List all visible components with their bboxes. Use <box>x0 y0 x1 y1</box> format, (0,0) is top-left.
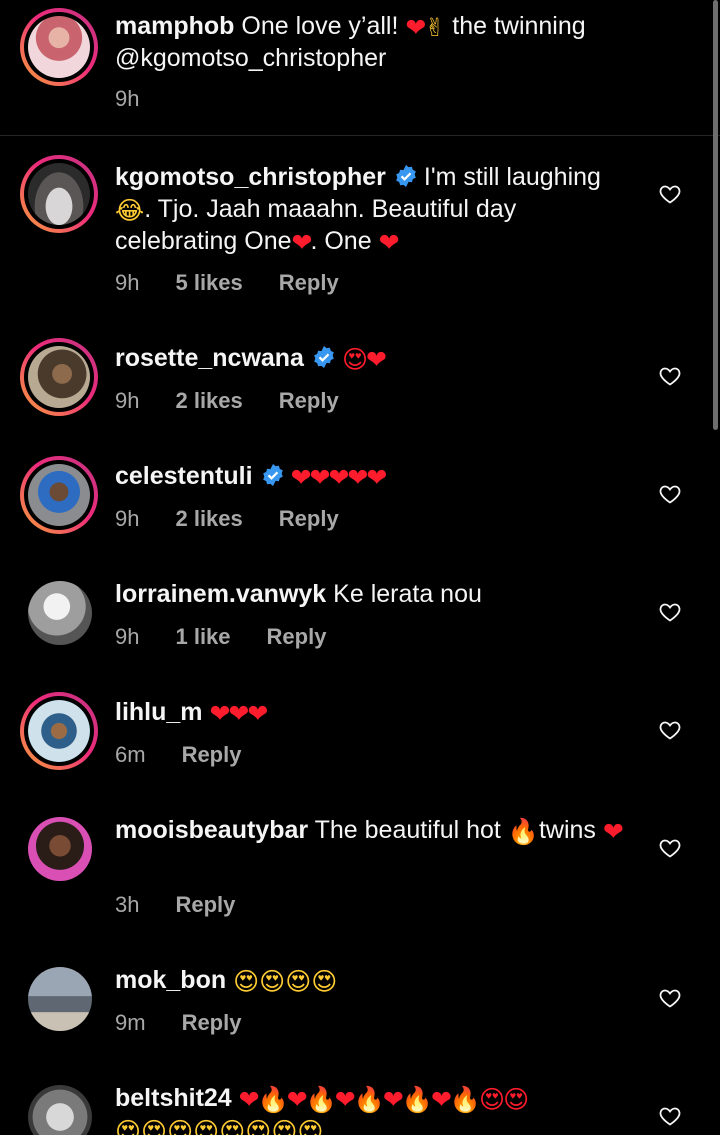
comment-body: beltshit24 ❤🔥❤🔥❤🔥❤🔥❤🔥😍😍 😍😍😍😍😍😍😍😍 <box>115 1082 635 1135</box>
comment-username[interactable]: celestentuli <box>115 462 253 490</box>
comment-username[interactable]: mok_bon <box>115 966 226 994</box>
comment-likes[interactable]: 2 likes <box>175 388 242 414</box>
heart-emoji: ❤ <box>291 228 313 257</box>
comment-timestamp: 6m <box>115 742 146 767</box>
fire-emoji: 🔥 <box>507 817 539 846</box>
comment-meta: 9m Reply <box>115 1010 241 1036</box>
like-comment-heart-icon[interactable] <box>658 1104 682 1128</box>
caption-timestamp: 9h <box>115 86 140 111</box>
heart-emoji: ❤ <box>378 228 400 257</box>
comment-username[interactable]: beltshit24 <box>115 1084 232 1112</box>
avatar-kgomotso-christopher[interactable] <box>20 155 98 233</box>
caption-mention[interactable]: @kgomotso_christopher <box>115 44 386 72</box>
comment-likes[interactable]: 1 like <box>175 624 230 650</box>
laughing-emoji: 😂 <box>115 196 145 225</box>
post-caption: mamphob One love y’all! ❤✌ the twinning … <box>0 0 720 136</box>
comment-username[interactable]: kgomotso_christopher <box>115 163 386 191</box>
comment-body: lihlu_m ❤❤❤ <box>115 696 640 728</box>
avatar-lihlu-m[interactable] <box>20 692 98 770</box>
comment-username[interactable]: mooisbeautybar <box>115 816 308 844</box>
scrollbar[interactable] <box>713 0 718 430</box>
comment-timestamp: 9h <box>115 270 140 295</box>
comment-meta: 9h 1 like Reply <box>115 624 326 650</box>
comment-meta: 9h 2 likes Reply <box>115 388 339 414</box>
avatar-celestentuli[interactable] <box>20 456 98 534</box>
comment-username[interactable]: lorrainem.vanwyk <box>115 580 326 608</box>
comment-body: rosette_ncwana 😍❤ <box>115 342 640 374</box>
comment-timestamp: 9h <box>115 624 140 649</box>
avatar-beltshit24[interactable] <box>28 1085 92 1135</box>
caption-body: mamphob One love y’all! ❤✌ the twinning … <box>115 10 640 74</box>
comment-emojis-line2: 😍😍😍😍😍😍😍😍 <box>115 1117 324 1135</box>
comment-body: lorrainem.vanwyk Ke lerata nou <box>115 578 640 610</box>
reply-button[interactable]: Reply <box>279 506 339 532</box>
comment-emojis: 😍❤ <box>341 345 387 374</box>
comment-body: celestentuli ❤❤❤❤❤ <box>115 460 640 492</box>
caption-meta: 9h <box>115 86 139 112</box>
comment-meta: 3h Reply <box>115 892 235 918</box>
verified-badge-icon <box>396 165 416 187</box>
comment-likes[interactable]: 2 likes <box>175 506 242 532</box>
reply-button[interactable]: Reply <box>279 388 339 414</box>
verified-badge-icon <box>262 464 283 486</box>
like-comment-heart-icon[interactable] <box>658 600 682 624</box>
reply-button[interactable]: Reply <box>267 624 327 650</box>
avatar-lorrainem-vanwyk[interactable] <box>28 581 92 645</box>
comment-meta: 6m Reply <box>115 742 241 768</box>
comment-timestamp: 9m <box>115 1010 146 1035</box>
comment-text: The beautiful hot 🔥twins ❤ <box>314 816 624 846</box>
comment-item: beltshit24 ❤🔥❤🔥❤🔥❤🔥❤🔥😍😍 😍😍😍😍😍😍😍😍 <box>0 1078 720 1135</box>
like-comment-heart-icon[interactable] <box>658 986 682 1010</box>
avatar-mooisbeautybar[interactable] <box>28 817 92 881</box>
verified-badge-icon <box>314 346 334 368</box>
comment-username[interactable]: lihlu_m <box>115 698 203 726</box>
comment-username[interactable]: rosette_ncwana <box>115 344 304 372</box>
comment-meta: 9h 5 likes Reply <box>115 270 339 296</box>
avatar-rosette-ncwana[interactable] <box>20 338 98 416</box>
avatar-mamphob[interactable] <box>20 8 98 86</box>
comment-body: mok_bon 😍😍😍😍 <box>115 964 640 996</box>
victory-hand-emoji: ✌ <box>424 13 446 42</box>
like-comment-heart-icon[interactable] <box>658 182 682 206</box>
comment-emojis: ❤❤❤ <box>209 699 268 728</box>
comment-text: Ke lerata nou <box>333 580 482 608</box>
comment-meta: 9h 2 likes Reply <box>115 506 339 532</box>
reply-button[interactable]: Reply <box>182 742 242 768</box>
comment-emojis: ❤❤❤❤❤ <box>290 463 388 492</box>
comment-emojis: ❤🔥❤🔥❤🔥❤🔥❤🔥😍😍 <box>238 1085 529 1114</box>
like-comment-heart-icon[interactable] <box>658 364 682 388</box>
avatar-mok-bon[interactable] <box>28 967 92 1031</box>
reply-button[interactable]: Reply <box>182 1010 242 1036</box>
comment-emojis: 😍😍😍😍 <box>233 967 338 996</box>
comment-timestamp: 3h <box>115 892 140 917</box>
comment-body: mooisbeautybar The beautiful hot 🔥twins … <box>115 814 630 846</box>
comment-body: kgomotso_christopher I'm still laughing 😂… <box>115 161 630 257</box>
heart-emoji: ❤ <box>405 13 426 42</box>
heart-emoji: ❤ <box>602 817 624 846</box>
like-comment-heart-icon[interactable] <box>658 836 682 860</box>
like-comment-heart-icon[interactable] <box>658 718 682 742</box>
caption-username[interactable]: mamphob <box>115 12 234 40</box>
reply-button[interactable]: Reply <box>175 892 235 918</box>
reply-button[interactable]: Reply <box>279 270 339 296</box>
like-comment-heart-icon[interactable] <box>658 482 682 506</box>
comment-timestamp: 9h <box>115 388 140 413</box>
comment-likes[interactable]: 5 likes <box>175 270 242 296</box>
comment-timestamp: 9h <box>115 506 140 531</box>
